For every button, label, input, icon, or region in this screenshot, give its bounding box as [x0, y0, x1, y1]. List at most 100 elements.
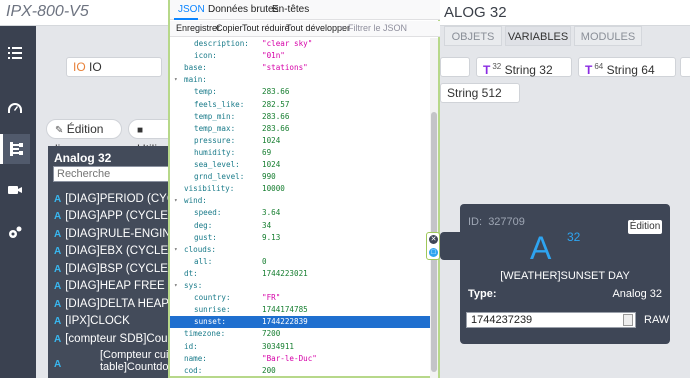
close-icon[interactable]: ✕ [429, 235, 438, 244]
string64-size: 64 [594, 62, 604, 71]
list-item-label: [IPX]CLOCK [65, 315, 130, 327]
json-row[interactable]: ▾ sys: [170, 280, 432, 292]
dashboard-icon[interactable] [0, 94, 30, 124]
json-key: timezone: [184, 329, 226, 339]
value-input[interactable]: 1744237239 [466, 312, 636, 328]
json-row[interactable]: base: "stations" [170, 62, 432, 74]
json-value: 990 [262, 172, 276, 182]
json-key: wind: [184, 196, 207, 206]
string64-label: String 64 [606, 63, 655, 77]
json-key: id: [184, 341, 198, 351]
utils-button[interactable]: ■ Utilis [128, 119, 172, 156]
tab-json[interactable]: JSON [178, 4, 205, 15]
json-row[interactable]: cod: 200 [170, 365, 432, 377]
json-value: "clear sky" [262, 39, 313, 48]
io-chip[interactable]: IO IO [66, 57, 162, 77]
json-row[interactable]: temp_max: 283.66 [170, 123, 432, 135]
json-row[interactable]: sunset: 1744222839 [170, 316, 432, 329]
expand-toggle-icon[interactable]: ▾ [174, 195, 178, 207]
value-text: 1744237239 [471, 314, 533, 326]
json-value: 1744222839 [262, 317, 308, 327]
string32-size: 32 [492, 62, 502, 71]
json-row[interactable]: id: 3034911 [170, 341, 432, 353]
json-row[interactable]: sea_level: 1024 [170, 159, 432, 171]
expand-icon[interactable]: □ [429, 248, 438, 257]
video-icon[interactable] [0, 175, 30, 205]
json-row[interactable]: all: 0 [170, 256, 432, 268]
json-key: grnd_level: [194, 172, 245, 182]
sidebar [0, 26, 36, 378]
id-label: ID: 327709 [468, 216, 525, 228]
filter-input[interactable]: Filtrer le JSON [348, 23, 407, 33]
json-row[interactable]: dt: 1744223021 [170, 268, 432, 280]
type-label: Type: [468, 288, 497, 300]
settings-icon[interactable] [0, 218, 30, 248]
json-row[interactable]: feels_like: 282.57 [170, 99, 432, 111]
json-row[interactable]: timezone: 7200 [170, 328, 432, 340]
list-item-label: [DIAG]HEAP FREE [65, 280, 165, 292]
list-item-label: [DIAG]BSP (CYCLE) [65, 263, 172, 275]
analog-icon: A [54, 246, 62, 257]
json-row[interactable]: country: "FR" [170, 292, 432, 304]
edit-link-button[interactable]: ✎ Édition lien [46, 119, 122, 156]
collapse-all-button[interactable]: Tout réduire [242, 23, 290, 33]
string512-label: String 512 [447, 86, 502, 100]
json-value: 1024 [262, 160, 281, 169]
edit-button[interactable]: Édition [628, 220, 662, 234]
menu-icon[interactable] [0, 38, 30, 68]
filter-icon: ▿ [340, 23, 345, 33]
json-row[interactable]: speed: 3.64 [170, 207, 432, 219]
json-value: 10000 [262, 184, 285, 194]
info-card-handle[interactable] [440, 232, 462, 260]
json-row[interactable]: humidity: 69 [170, 147, 432, 159]
json-row[interactable]: icon: "01n" [170, 50, 432, 62]
json-row[interactable]: pressure: 1024 [170, 135, 432, 147]
json-row[interactable]: ▾ wind: [170, 195, 432, 207]
save-button[interactable]: Enregistrer [176, 23, 220, 33]
expand-toggle-icon[interactable]: ▾ [174, 74, 178, 86]
tab-objets[interactable]: OBJETS [444, 26, 502, 46]
linking-icon[interactable] [0, 134, 30, 164]
string64-chip[interactable]: T 64 String 64 [578, 57, 676, 77]
json-row[interactable]: temp_min: 283.66 [170, 111, 432, 123]
info-card: ID: 327709 Édition A 32 [WEATHER]SUNSET … [460, 204, 670, 344]
json-row[interactable]: temp: 283.66 [170, 86, 432, 98]
json-key: description: [194, 39, 249, 48]
json-value: 9.13 [262, 232, 281, 242]
json-row[interactable]: grnd_level: 990 [170, 171, 432, 183]
json-key: feels_like: [194, 99, 245, 109]
expand-toggle-icon[interactable]: ▾ [174, 244, 178, 256]
json-value: 3034911 [262, 341, 295, 351]
string32-chip[interactable]: T 32 String 32 [476, 57, 572, 77]
chip-overflow[interactable] [680, 57, 690, 77]
tab-raw-data[interactable]: Données brutes [208, 4, 279, 15]
json-key: visibility: [184, 184, 235, 194]
scrollbar[interactable] [430, 38, 438, 378]
json-value: 1744174785 [262, 305, 308, 315]
tab-variables[interactable]: VARIABLES [505, 26, 571, 46]
value-spinner[interactable] [623, 314, 633, 326]
tab-headers[interactable]: En-têtes [272, 4, 309, 15]
json-row[interactable]: description: "clear sky" [170, 38, 432, 50]
expand-toggle-icon[interactable]: ▾ [174, 280, 178, 292]
json-row[interactable]: sunrise: 1744174785 [170, 304, 432, 316]
json-row[interactable]: deg: 34 [170, 220, 432, 232]
json-key: gust: [194, 232, 217, 242]
analog-icon: A [54, 359, 62, 370]
json-key: all: [194, 256, 213, 266]
json-row[interactable]: ▾ clouds: [170, 244, 432, 256]
json-value: 282.57 [262, 99, 290, 109]
analog-icon: A [54, 194, 62, 205]
json-key: cod: [184, 365, 203, 375]
edit-link-icon: ✎ [55, 125, 64, 136]
chip-partial[interactable] [440, 57, 470, 77]
json-row[interactable]: ▾ main: [170, 74, 432, 86]
tab-modules[interactable]: MODULES [574, 26, 642, 46]
json-row[interactable]: gust: 9.13 [170, 232, 432, 244]
json-row[interactable]: visibility: 10000 [170, 183, 432, 195]
video-icon: ■ [137, 125, 144, 136]
string512-chip[interactable]: String 512 [440, 83, 520, 103]
json-row[interactable]: name: "Bar-le-Duc" [170, 353, 432, 365]
json-value: 69 [262, 147, 272, 157]
copy-button[interactable]: Copier [216, 23, 243, 33]
